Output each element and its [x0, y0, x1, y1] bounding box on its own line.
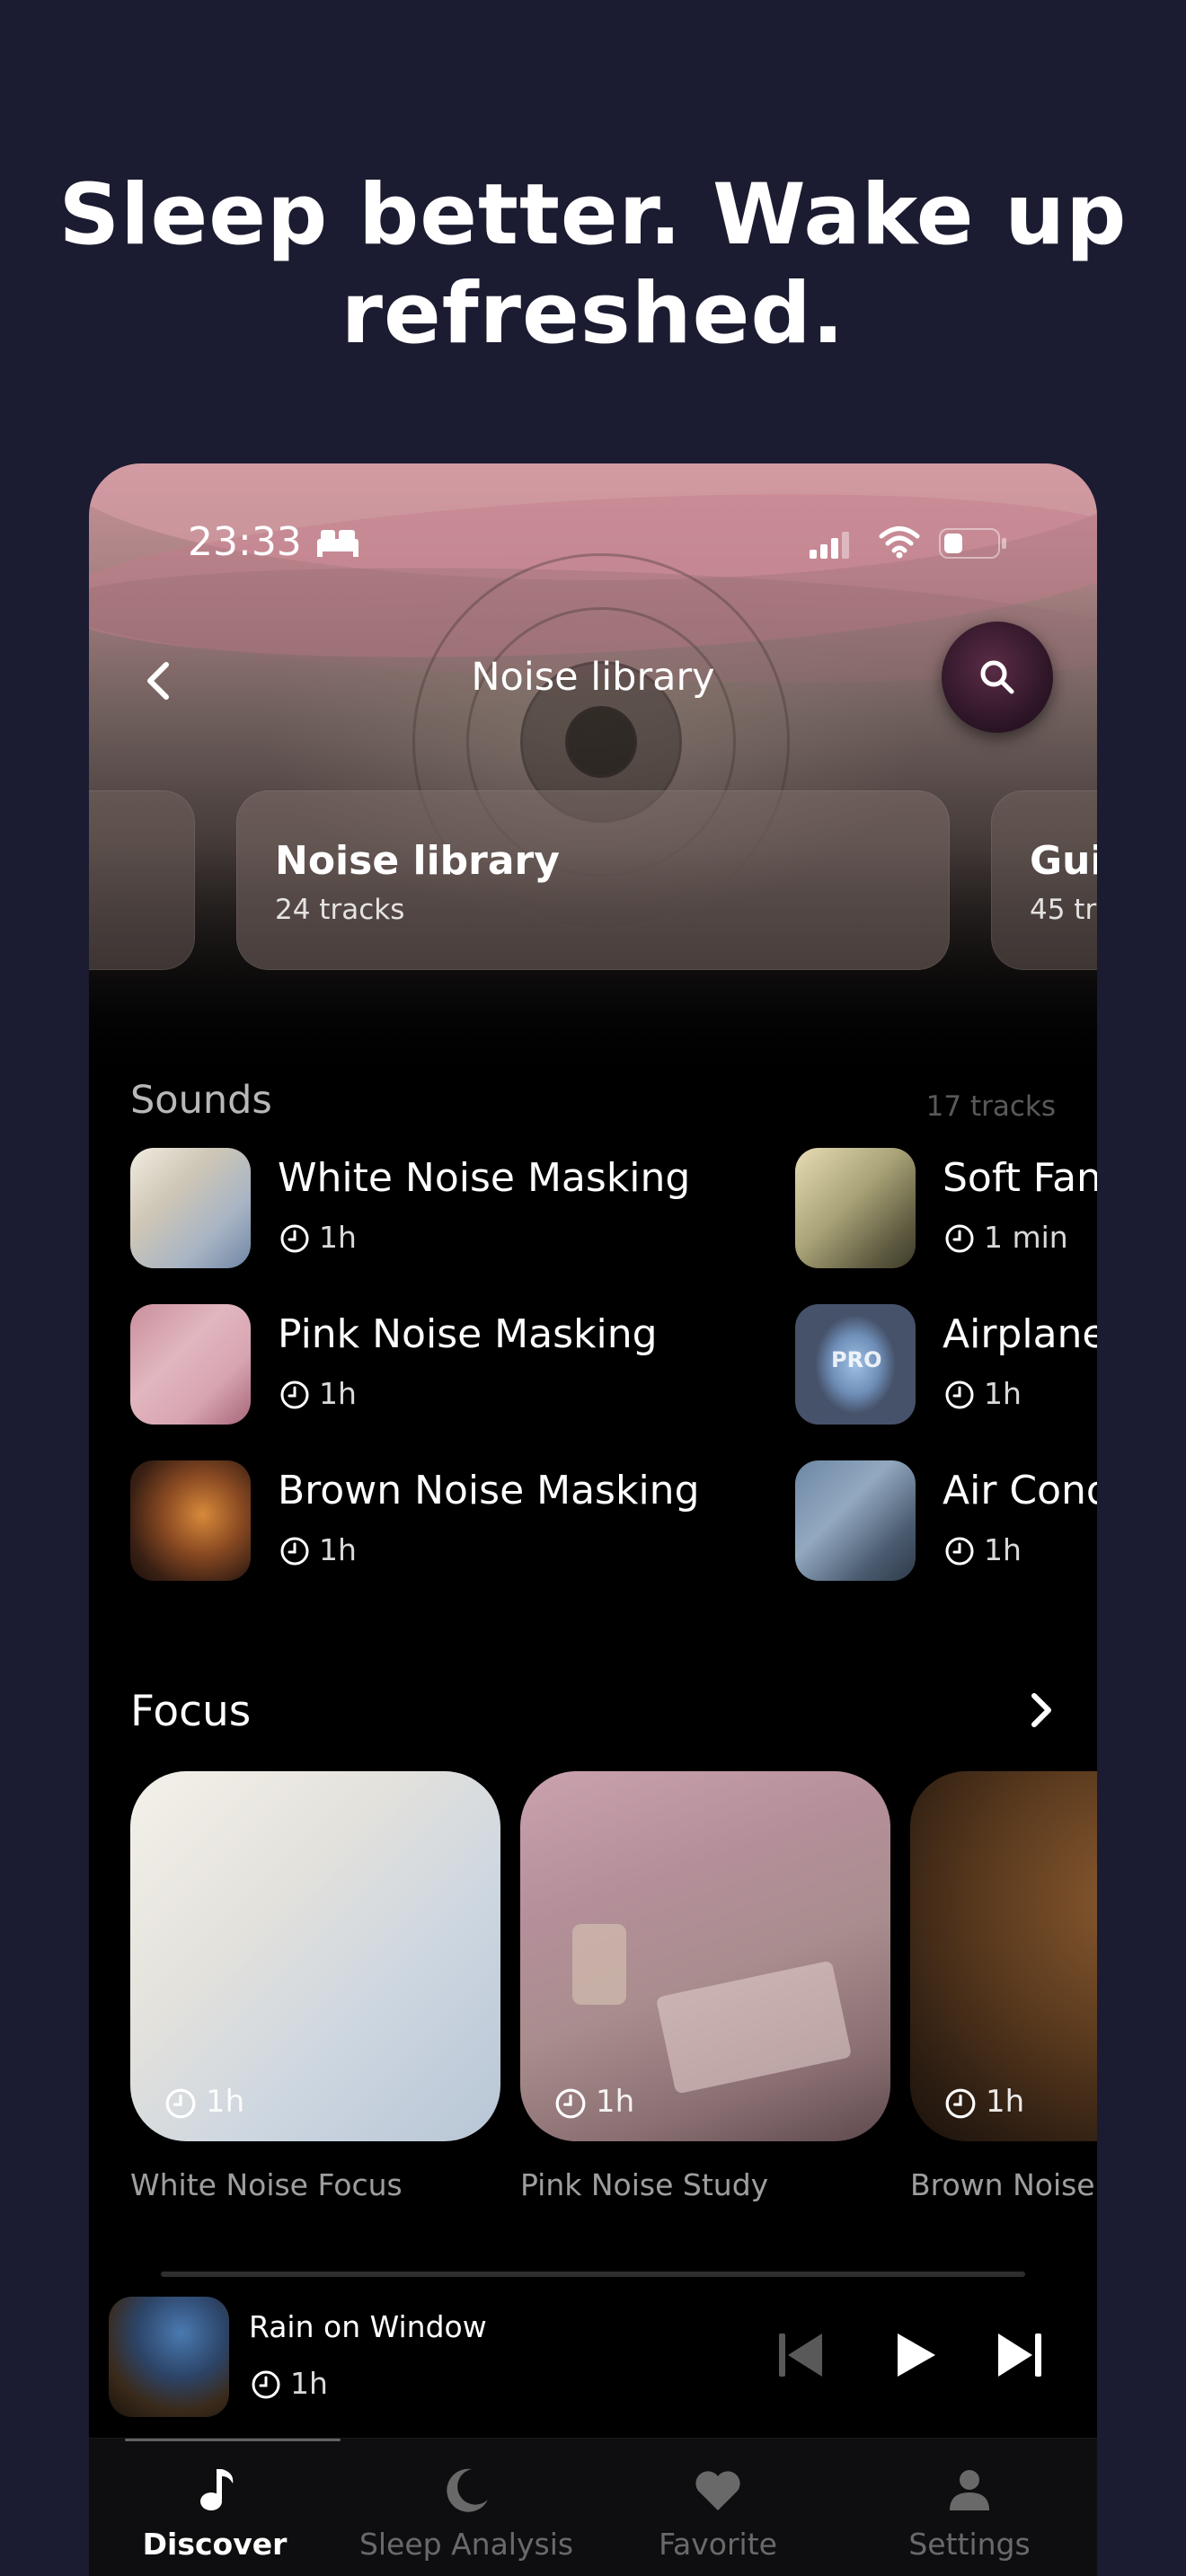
track-duration: 1h: [319, 1532, 357, 1567]
player-duration: 1h: [290, 2366, 328, 2401]
wifi-icon: [879, 526, 920, 559]
track-duration: 1 min: [984, 1220, 1068, 1255]
track-thumbnail: [795, 1460, 916, 1581]
focus-card-label: Brown Noise Fo: [910, 2167, 1097, 2202]
clock-icon: [945, 1537, 974, 1566]
clock-icon: [280, 1537, 309, 1566]
category-card-noise-library[interactable]: Noise library 24 tracks: [236, 790, 950, 970]
pro-badge: PRO: [831, 1347, 882, 1372]
focus-card-duration: 1h: [986, 2084, 1025, 2120]
track-name: White Noise Masking: [278, 1155, 691, 1201]
section-title-focus: Focus: [130, 1687, 252, 1736]
clock-icon: [555, 2088, 586, 2119]
track-thumbnail: [130, 1304, 251, 1425]
player-track-title[interactable]: Rain on Window: [249, 2309, 487, 2344]
category-card-title: Noise library: [275, 838, 560, 884]
clock-icon: [252, 2370, 280, 2399]
bed-icon: [317, 530, 358, 557]
moon-icon: [447, 2468, 488, 2512]
category-card-title: Gui: [1030, 838, 1097, 884]
clock-icon: [945, 2088, 976, 2119]
tab-sleep-analysis[interactable]: Sleep Analysis: [341, 2439, 592, 2576]
phone-screen: 23:33 Noise library Noise library 24 tra…: [89, 463, 1097, 2576]
playback-progress-bar[interactable]: [161, 2272, 1025, 2277]
previous-track-icon[interactable]: [772, 2326, 829, 2384]
track-duration: 1h: [984, 1532, 1022, 1567]
track-thumbnail: [130, 1460, 251, 1581]
clock-icon: [280, 1224, 309, 1253]
focus-card-duration: 1h: [596, 2084, 635, 2120]
focus-card[interactable]: 1h: [520, 1771, 890, 2141]
clock-icon: [280, 1381, 309, 1409]
track-name: Airplane: [943, 1311, 1097, 1357]
track-duration: 1h: [319, 1376, 357, 1411]
category-card-next[interactable]: Gui 45 tr: [991, 790, 1097, 970]
clock-icon: [945, 1381, 974, 1409]
track-item[interactable]: Soft Fan 1 min: [795, 1148, 1097, 1268]
track-name: Pink Noise Masking: [278, 1311, 658, 1357]
tab-label: Favorite: [659, 2527, 777, 2562]
focus-card-label: Pink Noise Study: [520, 2167, 769, 2202]
track-item[interactable]: White Noise Masking 1h: [130, 1148, 759, 1268]
track-name: Brown Noise Masking: [278, 1468, 700, 1513]
category-card-subtitle: 45 tr: [1030, 894, 1097, 926]
track-item[interactable]: Brown Noise Masking 1h: [130, 1460, 759, 1581]
section-title-sounds: Sounds: [130, 1078, 272, 1123]
tab-settings[interactable]: Settings: [844, 2439, 1095, 2576]
category-card-previous[interactable]: [89, 790, 195, 970]
track-thumbnail: [130, 1148, 251, 1268]
person-icon: [950, 2470, 989, 2510]
category-card-subtitle: 24 tracks: [275, 894, 405, 926]
search-button[interactable]: [942, 622, 1053, 733]
tab-label: Sleep Analysis: [358, 2527, 574, 2562]
track-duration: 1h: [319, 1220, 357, 1255]
clock-icon: [945, 1224, 974, 1253]
signal-icon: [810, 532, 849, 559]
focus-card[interactable]: 1h: [130, 1771, 500, 2141]
tab-discover[interactable]: Discover: [89, 2439, 341, 2576]
focus-card-label: White Noise Focus: [130, 2167, 403, 2202]
track-name: Air Cond: [943, 1468, 1097, 1513]
music-note-icon: [200, 2469, 234, 2510]
headline: Sleep better. Wake up refreshed.: [58, 166, 1128, 363]
heart-icon: [695, 2471, 740, 2510]
track-item[interactable]: Air Cond 1h: [795, 1460, 1097, 1581]
focus-card-duration: 1h: [206, 2084, 245, 2120]
play-icon[interactable]: [885, 2326, 943, 2384]
player-artwork[interactable]: [109, 2297, 229, 2417]
section-track-count: 17 tracks: [925, 1090, 1056, 1123]
tab-bar: Discover Sleep Analysis Favorite Setting…: [89, 2438, 1097, 2576]
tab-label: Settings: [908, 2527, 1031, 2562]
track-item[interactable]: PRO Airplane 1h: [795, 1304, 1097, 1425]
track-item[interactable]: Pink Noise Masking 1h: [130, 1304, 759, 1425]
clock-icon: [165, 2088, 196, 2119]
tab-favorite[interactable]: Favorite: [592, 2439, 844, 2576]
next-track-icon[interactable]: [991, 2326, 1049, 2384]
track-name: Soft Fan: [943, 1155, 1097, 1201]
search-icon: [980, 660, 1014, 694]
tab-label: Discover: [142, 2527, 288, 2562]
track-thumbnail: PRO: [795, 1304, 916, 1425]
chevron-right-icon[interactable]: [1016, 1685, 1067, 1735]
track-duration: 1h: [984, 1376, 1022, 1411]
track-thumbnail: [795, 1148, 916, 1268]
focus-card[interactable]: 1h: [910, 1771, 1097, 2141]
battery-icon: [939, 528, 1006, 559]
status-time: 23:33: [188, 519, 302, 565]
